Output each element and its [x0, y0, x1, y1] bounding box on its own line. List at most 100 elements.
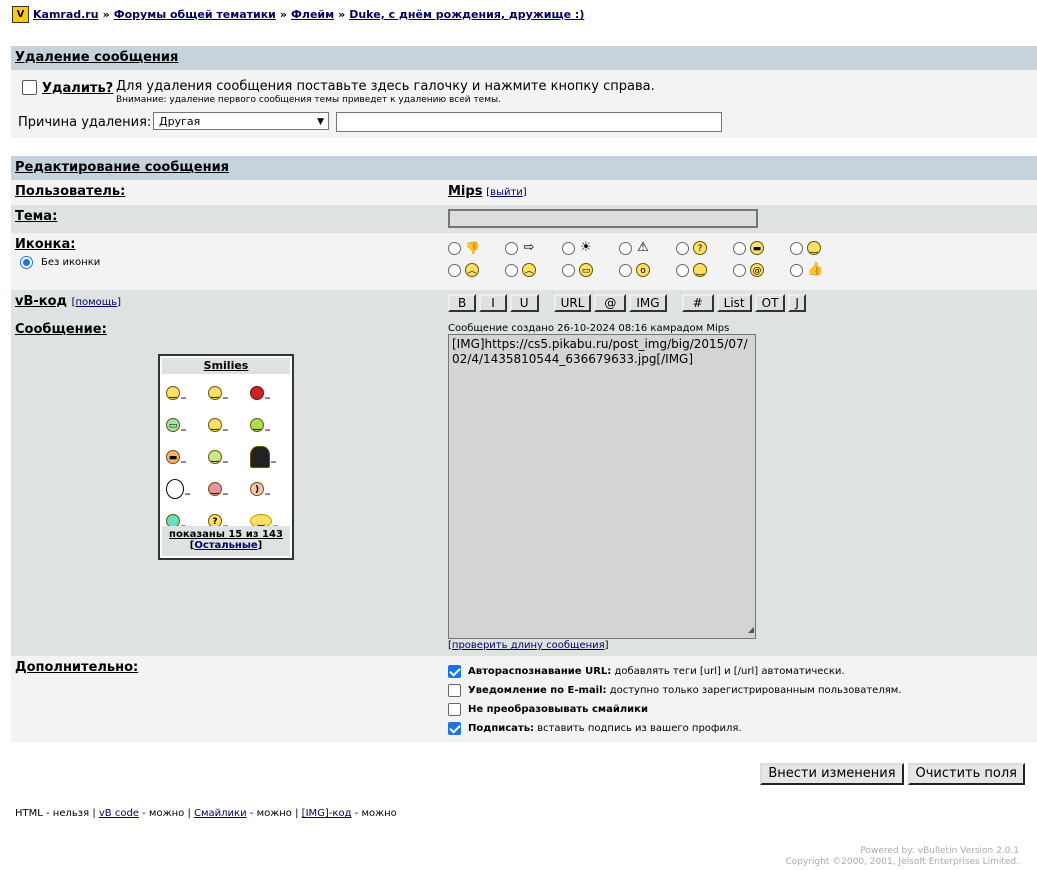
post-icon-radio[interactable]	[619, 241, 632, 255]
img-rules-link[interactable]: [IMG]-код	[302, 808, 352, 819]
message-text: [IMG]https://cs5.pikabu.ru/post_img/big/…	[452, 337, 748, 366]
bold-button[interactable]: B	[448, 294, 477, 312]
delete-checkbox[interactable]	[22, 80, 37, 95]
vbcode-help-link[interactable]: помощь	[75, 297, 117, 308]
copyright-line: Copyright ©2000, 2001, Jelsoft Enterpris…	[785, 857, 1019, 867]
smilie-item[interactable]: ‿	[208, 412, 250, 438]
smilie-item[interactable]	[166, 476, 208, 502]
post-icon-option[interactable]: ?	[676, 239, 733, 257]
smilies-count-link[interactable]: показаны 15 из 143	[169, 529, 283, 540]
rules-separator: |	[295, 808, 299, 819]
powered-by: Powered by: vBulletin Version 2.0.1 Copy…	[785, 846, 1019, 868]
post-icon-radio[interactable]	[562, 241, 575, 255]
submit-button[interactable]: Внести изменения	[760, 763, 904, 785]
post-icon-radio[interactable]	[505, 263, 518, 277]
user-row: Пользователь: Mips [выйти]	[11, 180, 1037, 205]
cool-icon: ▬	[166, 450, 180, 464]
username-link[interactable]: Mips	[448, 184, 482, 199]
smilies-rules-link[interactable]: Смайлики	[194, 808, 247, 819]
offtopic-button[interactable]: OT	[754, 294, 786, 312]
topic-input[interactable]	[448, 209, 758, 228]
smilie-item[interactable]: ▬	[166, 444, 208, 470]
post-icon-radio[interactable]	[505, 241, 518, 255]
auto-url-checkbox[interactable]	[448, 665, 461, 678]
smilie-item[interactable]: ▭	[166, 412, 208, 438]
post-icon-radio[interactable]	[448, 241, 461, 255]
breadcrumb-link-flame[interactable]: Флейм	[291, 8, 334, 21]
smile-icon: ‿	[166, 386, 180, 400]
email-button[interactable]: @	[594, 294, 627, 312]
delete-checkbox-label[interactable]: Удалить?	[42, 81, 113, 96]
breadcrumb-link-home[interactable]: Kamrad.ru	[33, 8, 99, 21]
post-icon-radio[interactable]	[790, 241, 803, 255]
no-icon-radio[interactable]	[20, 256, 33, 269]
disable-smilies-checkbox[interactable]	[448, 703, 461, 716]
option-signature[interactable]: Подписать: вставить подпись из вашего пр…	[448, 719, 1033, 738]
smilie-item[interactable]: ‿	[250, 412, 292, 438]
icon-label: Иконка:	[15, 237, 76, 252]
post-icon-option[interactable]: 👍	[790, 261, 847, 279]
disable-smilies-text: Не преобразовывать смайлики	[468, 704, 648, 715]
smilie-item[interactable]: ‿	[166, 380, 208, 406]
post-icon-option[interactable]: ︵	[505, 261, 562, 279]
url-button[interactable]: URL	[553, 294, 592, 312]
post-icon-option[interactable]: 👎	[448, 239, 505, 257]
smilie-item[interactable]: ‿	[208, 380, 250, 406]
smilies-title: Smilies	[162, 358, 290, 374]
no-icon-option[interactable]: Без иконки	[15, 256, 436, 269]
post-icon-option[interactable]: ︵	[448, 261, 505, 279]
post-icon-option[interactable]: o	[619, 261, 676, 279]
smilies-others-link[interactable]: Остальные	[194, 540, 257, 551]
post-icon-option[interactable]: ▬	[733, 239, 790, 257]
post-icon-radio[interactable]	[733, 263, 746, 277]
italic-button[interactable]: I	[479, 294, 507, 312]
post-icon-option[interactable]: ⇨	[505, 239, 562, 257]
message-textarea[interactable]: [IMG]https://cs5.pikabu.ru/post_img/big/…	[448, 334, 756, 639]
reset-button[interactable]: Очистить поля	[907, 763, 1025, 785]
delete-reason-input[interactable]	[336, 112, 722, 132]
delete-section: Удаление сообщения Удалить? Для удаления…	[11, 46, 1037, 138]
vbcode-status: - можно	[142, 808, 185, 819]
list-button[interactable]: List	[716, 294, 752, 312]
resize-grip-icon[interactable]: ◢	[748, 622, 754, 637]
forum-logo-icon[interactable]: V	[12, 6, 29, 23]
img-button[interactable]: IMG	[629, 294, 667, 312]
post-icon-option[interactable]: ▭	[562, 261, 619, 279]
smilie-item[interactable]: )	[250, 476, 292, 502]
vbcode-rules-link[interactable]: vB code	[99, 808, 139, 819]
post-icon-option[interactable]: @	[733, 261, 790, 279]
logout-link[interactable]: выйти	[490, 187, 523, 198]
smilie-item[interactable]: ‿	[208, 444, 250, 470]
delete-reason-select[interactable]: Другая ▼	[153, 112, 329, 130]
email-notify-checkbox[interactable]	[448, 684, 461, 697]
signature-checkbox[interactable]	[448, 722, 461, 735]
post-icon-option[interactable]: ‿	[676, 261, 733, 279]
smilies-grid: ‿ ‿ ▭ ‿ ‿ ▬ ‿ ‿ ) ? ‿	[160, 376, 292, 534]
option-disable-smilies[interactable]: Не преобразовывать смайлики	[448, 700, 1033, 719]
post-icon-option[interactable]: ‿	[790, 239, 847, 257]
j-button[interactable]: J	[788, 294, 806, 312]
post-icon-radio[interactable]	[619, 263, 632, 277]
option-auto-url[interactable]: Автораспознавание URL: добавлять теги [u…	[448, 662, 1033, 681]
post-icon-radio[interactable]	[562, 263, 575, 277]
post-icon-option[interactable]: ☀	[562, 239, 619, 257]
code-button[interactable]: #	[681, 294, 714, 312]
post-icon-radio[interactable]	[733, 241, 746, 255]
check-length-link[interactable]: проверить длину сообщения	[452, 640, 605, 651]
underline-button[interactable]: U	[509, 294, 539, 312]
post-icon-radio[interactable]	[676, 263, 689, 277]
breadcrumb-link-forums[interactable]: Форумы общей тематики	[114, 8, 276, 21]
post-icon-option[interactable]: ⚠	[619, 239, 676, 257]
post-icon-radio[interactable]	[790, 263, 803, 277]
option-email-notify[interactable]: Уведомление по E-mail: доступно только з…	[448, 681, 1033, 700]
breadcrumb-link-thread[interactable]: Duke, с днём рождения, дружище :)	[349, 8, 584, 21]
tongue-icon: ‿	[208, 482, 222, 496]
post-icon-radio[interactable]	[676, 241, 689, 255]
smilie-item[interactable]	[250, 444, 292, 470]
smilie-item[interactable]: ‿	[208, 476, 250, 502]
post-icon-radio[interactable]	[448, 263, 461, 277]
stormtrooper-icon	[166, 479, 184, 499]
message-row: Сообщение: Smilies ‿ ‿ ▭ ‿ ‿ ▬ ‿ ‿ )	[11, 318, 1037, 656]
delete-section-body: Удалить? Для удаления сообщения поставьт…	[11, 70, 1037, 138]
smilie-item[interactable]	[250, 380, 292, 406]
